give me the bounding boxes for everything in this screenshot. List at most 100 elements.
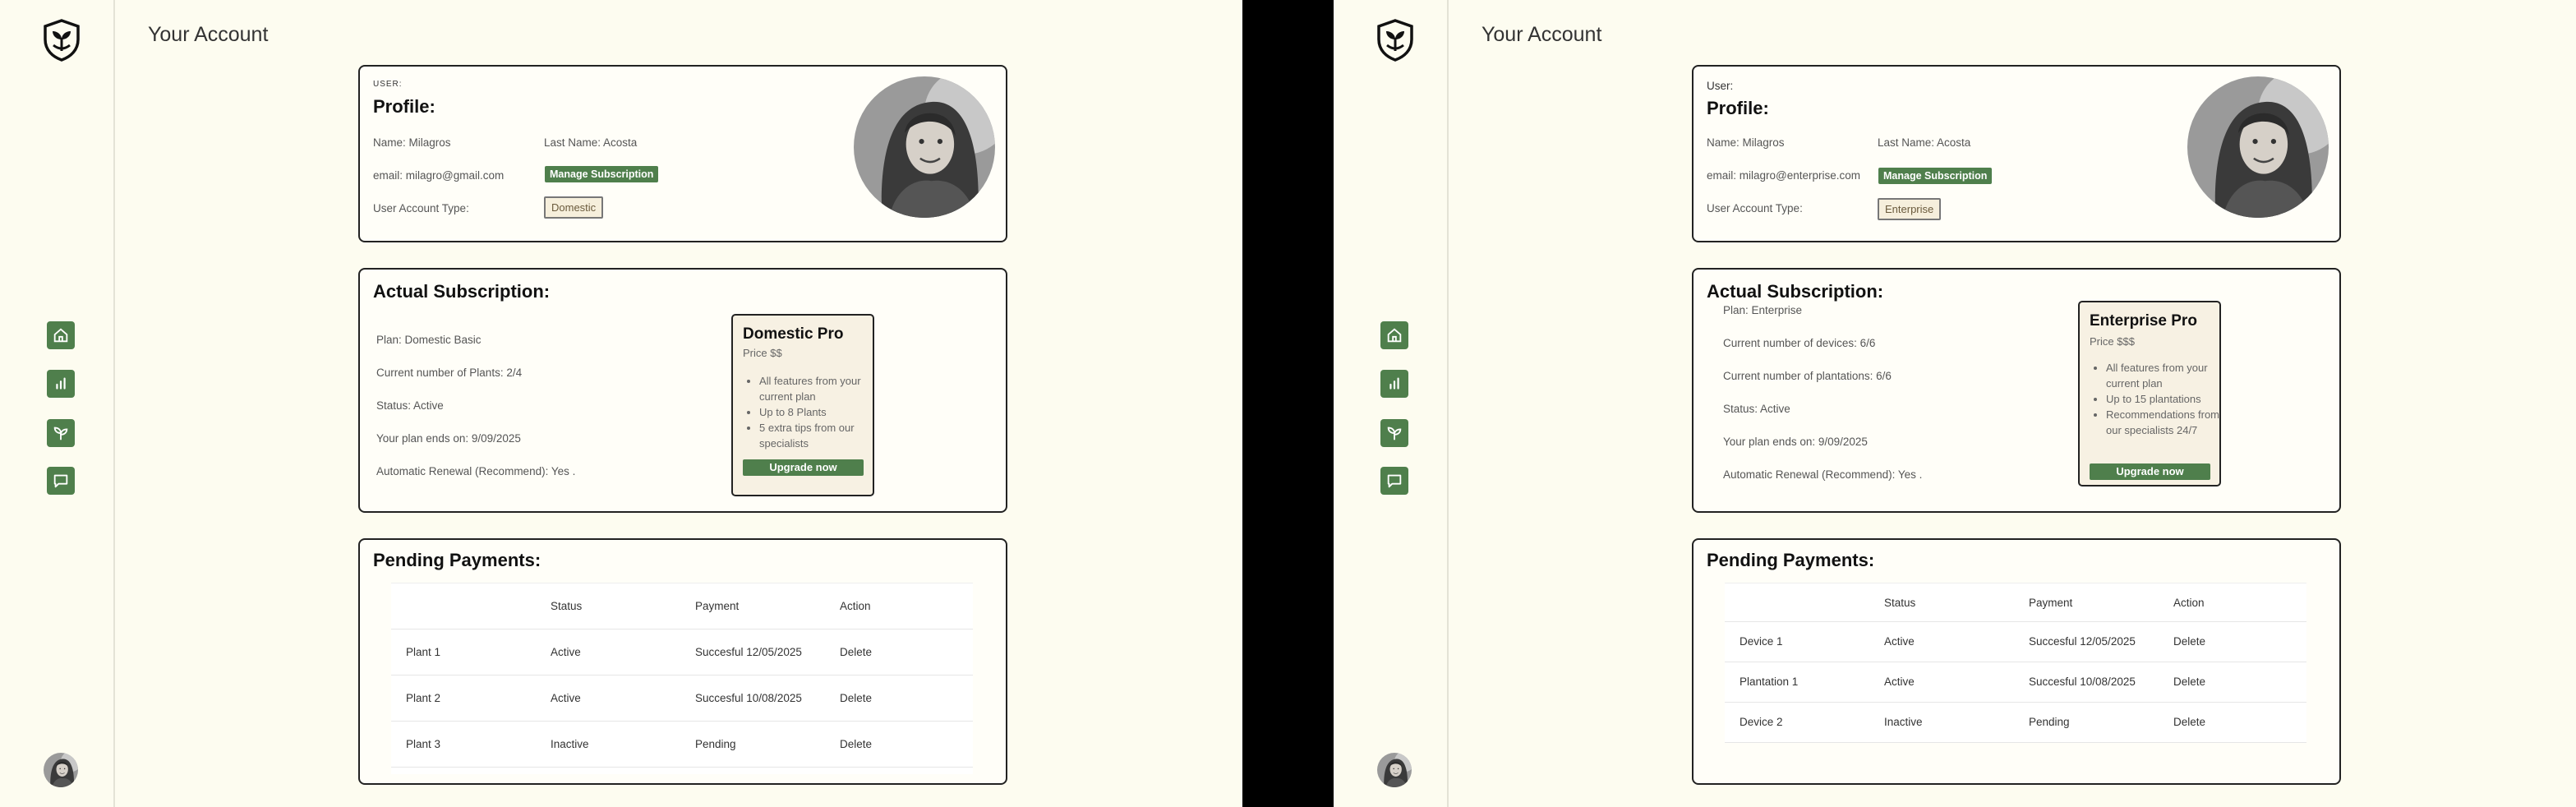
- chart-icon: [56, 377, 66, 390]
- nav-messages-button[interactable]: [47, 467, 75, 495]
- table-row: Plantation 1 Active Succesful 10/08/2025…: [1725, 662, 2306, 703]
- plan-feature: Up to 8 Plants: [759, 404, 874, 420]
- page-title: Your Account: [148, 23, 269, 46]
- row-payment: Succesful 12/05/2025: [2029, 635, 2136, 648]
- right-account-screen: Your Account User: Profile: Name: Milagr…: [1334, 0, 2576, 807]
- plan-feature: Recommendations from our specialists 24/…: [2106, 407, 2229, 438]
- renewal-line: Automatic Renewal (Recommend): Yes .: [376, 465, 576, 477]
- status-line: Status: Active: [1723, 403, 1790, 415]
- plant-icon: [53, 427, 68, 440]
- profile-heading: Profile:: [373, 96, 435, 117]
- upgrade-plan-card: Enterprise Pro Price $$$ All features fr…: [2078, 301, 2221, 487]
- row-item: Device 1: [1740, 635, 1783, 648]
- plan-end-line: Your plan ends on: 9/09/2025: [376, 432, 521, 445]
- row-status: Active: [1884, 676, 1915, 688]
- delete-button[interactable]: Delete: [2173, 676, 2205, 688]
- profile-photo: [2187, 76, 2329, 218]
- row-status: Active: [1884, 635, 1915, 648]
- nav-messages-button[interactable]: [1380, 467, 1408, 495]
- row-payment: Succesful 10/08/2025: [2029, 676, 2136, 688]
- plant-shield-logo-icon: [1377, 19, 1413, 62]
- row-item: Plant 2: [406, 692, 441, 704]
- subscription-heading: Actual Subscription:: [1707, 281, 1884, 302]
- upgrade-now-button[interactable]: Upgrade now: [2090, 463, 2210, 480]
- row-status: Inactive: [551, 738, 589, 750]
- left-account-screen: Your Account USER: Profile: Name: Milagr…: [0, 0, 1242, 807]
- manage-subscription-button[interactable]: Manage Subscription: [545, 166, 659, 182]
- user-avatar[interactable]: [44, 753, 78, 787]
- email-label: email: milagro@gmail.com: [373, 169, 505, 182]
- row-item: Plant 3: [406, 738, 441, 750]
- profile-card: USER: Profile: Name: Milagros Last Name:…: [358, 65, 1007, 242]
- row-status: Active: [551, 692, 581, 704]
- plan-card-name: Domestic Pro: [743, 325, 844, 343]
- table-header-row: Status Payment Action: [391, 583, 973, 629]
- row-payment: Succesful 12/05/2025: [695, 646, 802, 658]
- home-icon: [1387, 328, 1402, 343]
- account-type-label: User Account Type:: [1707, 202, 1803, 214]
- home-icon: [53, 328, 68, 343]
- nav-home-button[interactable]: [1380, 321, 1408, 349]
- plants-count-line: Current number of Plants: 2/4: [376, 367, 523, 379]
- delete-button[interactable]: Delete: [840, 738, 872, 750]
- plan-card-price: Price $$: [743, 347, 782, 359]
- manage-subscription-button[interactable]: Manage Subscription: [1878, 168, 1993, 184]
- profile-heading: Profile:: [1707, 98, 1769, 118]
- email-label: email: milagro@enterprise.com: [1707, 169, 1861, 182]
- column-header: Action: [2173, 597, 2205, 609]
- plant-shield-logo-icon: [44, 19, 80, 62]
- message-icon: [1387, 474, 1402, 488]
- account-type-field[interactable]: Enterprise: [1878, 198, 1942, 220]
- subscription-card: Actual Subscription: Plan: Enterprise Cu…: [1692, 268, 2341, 513]
- plan-feature: 5 extra tips from our specialists: [759, 420, 874, 451]
- table-row: Device 1 Active Succesful 12/05/2025 Del…: [1725, 622, 2306, 662]
- payments-table: Status Payment Action Device 1 Active Su…: [1725, 583, 2306, 743]
- column-header: Action: [840, 600, 871, 612]
- plan-feature: All features from your current plan: [759, 373, 874, 404]
- nav-stats-button[interactable]: [47, 370, 75, 398]
- message-icon: [53, 474, 68, 488]
- sidebar: [1334, 0, 1449, 807]
- upgrade-now-button[interactable]: Upgrade now: [743, 459, 864, 476]
- profile-photo: [854, 76, 995, 218]
- account-type-label: User Account Type:: [373, 202, 469, 214]
- plan-features-list: All features from your current plan Up t…: [2090, 360, 2229, 438]
- nav-plants-button[interactable]: [47, 419, 75, 447]
- table-row: Plant 1 Active Succesful 12/05/2025 Dele…: [391, 629, 973, 676]
- plan-card-name: Enterprise Pro: [2090, 312, 2197, 330]
- nav-stats-button[interactable]: [1380, 370, 1408, 398]
- account-type-field[interactable]: Domestic: [544, 196, 604, 219]
- page-title: Your Account: [1482, 23, 1602, 46]
- delete-button[interactable]: Delete: [840, 692, 872, 704]
- row-payment: Pending: [695, 738, 736, 750]
- column-header: Status: [551, 600, 583, 612]
- column-header: Payment: [2029, 597, 2073, 609]
- plan-feature: Up to 15 plantations: [2106, 391, 2229, 407]
- table-header-row: Status Payment Action: [1725, 583, 2306, 622]
- row-payment: Succesful 10/08/2025: [695, 692, 802, 704]
- subscription-card: Actual Subscription: Plan: Domestic Basi…: [358, 268, 1007, 513]
- table-row: Plant 3 Inactive Pending Delete: [391, 722, 973, 768]
- payments-heading: Pending Payments:: [373, 550, 541, 570]
- row-item: Plantation 1: [1740, 676, 1799, 688]
- delete-button[interactable]: Delete: [840, 646, 872, 658]
- name-label: Name: Milagros: [373, 136, 451, 149]
- row-item: Plant 1: [406, 646, 441, 658]
- table-row: Device 2 Inactive Pending Delete: [1725, 703, 2306, 743]
- user-tag: USER:: [373, 80, 403, 89]
- user-avatar[interactable]: [1377, 753, 1412, 787]
- delete-button[interactable]: Delete: [2173, 635, 2205, 648]
- plan-line: Plan: Domestic Basic: [376, 334, 482, 346]
- subscription-heading: Actual Subscription:: [373, 281, 551, 302]
- plan-feature: All features from your current plan: [2106, 360, 2229, 391]
- table-row: Plant 2 Active Succesful 10/08/2025 Dele…: [391, 676, 973, 722]
- row-item: Device 2: [1740, 716, 1783, 728]
- sidebar: [0, 0, 115, 807]
- payments-heading: Pending Payments:: [1707, 550, 1875, 570]
- delete-button[interactable]: Delete: [2173, 716, 2205, 728]
- nav-plants-button[interactable]: [1380, 419, 1408, 447]
- plan-end-line: Your plan ends on: 9/09/2025: [1723, 436, 1868, 448]
- plan-card-price: Price $$$: [2090, 335, 2135, 348]
- name-label: Name: Milagros: [1707, 136, 1785, 149]
- nav-home-button[interactable]: [47, 321, 75, 349]
